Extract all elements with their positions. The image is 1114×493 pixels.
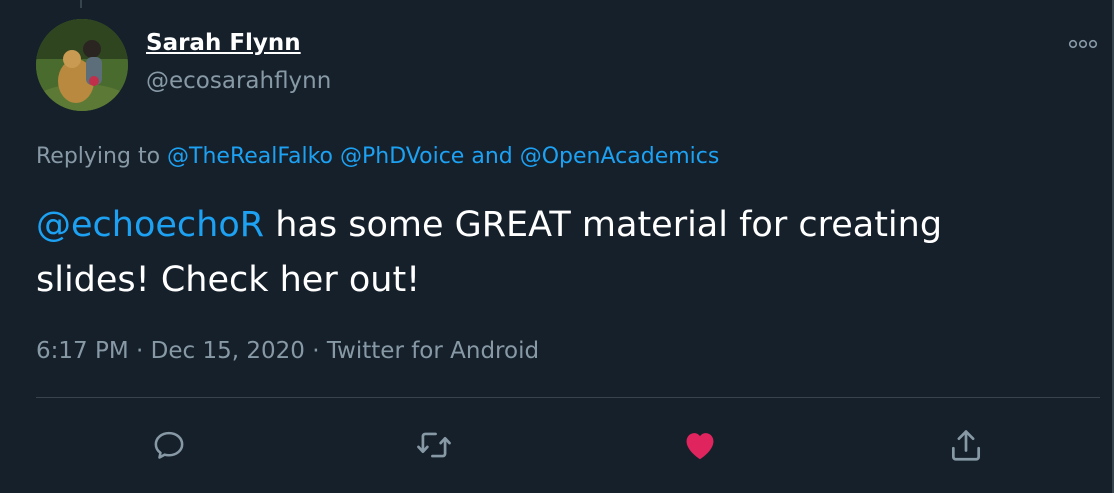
reply-mention[interactable]: @PhDVoice (340, 144, 464, 169)
reply-icon (154, 431, 184, 459)
author-handle[interactable]: @ecosarahflynn (146, 68, 331, 94)
reply-joiner: and (471, 144, 513, 169)
reply-mention[interactable]: @OpenAcademics (520, 144, 720, 169)
tweet-text: @echoechoR has some GREAT material for c… (36, 198, 1046, 308)
like-button[interactable] (680, 425, 720, 465)
divider (36, 397, 1100, 398)
retweet-icon (417, 432, 451, 458)
author-name[interactable]: Sarah Flynn (146, 30, 301, 56)
tweet-source[interactable]: Twitter for Android (327, 338, 539, 364)
avatar[interactable] (36, 19, 128, 111)
replying-prefix: Replying to (36, 144, 161, 169)
meta-separator: · (312, 338, 320, 364)
tweet-mention[interactable]: @echoechoR (36, 205, 264, 245)
replying-to: Replying to @TheRealFalko @PhDVoice and … (36, 144, 719, 169)
tweet-meta: 6:17 PM · Dec 15, 2020 · Twitter for And… (36, 338, 539, 364)
tweet-time[interactable]: 6:17 PM (36, 338, 129, 364)
thread-connector (80, 0, 82, 8)
more-dots-icon (1068, 39, 1098, 49)
retweet-button[interactable] (414, 425, 454, 465)
share-icon (951, 430, 981, 461)
reply-button[interactable] (149, 425, 189, 465)
share-button[interactable] (946, 425, 986, 465)
meta-separator: · (136, 338, 144, 364)
reply-mention[interactable]: @TheRealFalko (167, 144, 333, 169)
heart-icon (686, 433, 714, 460)
more-options-button[interactable] (1068, 36, 1098, 52)
tweet-date[interactable]: Dec 15, 2020 (151, 338, 305, 364)
